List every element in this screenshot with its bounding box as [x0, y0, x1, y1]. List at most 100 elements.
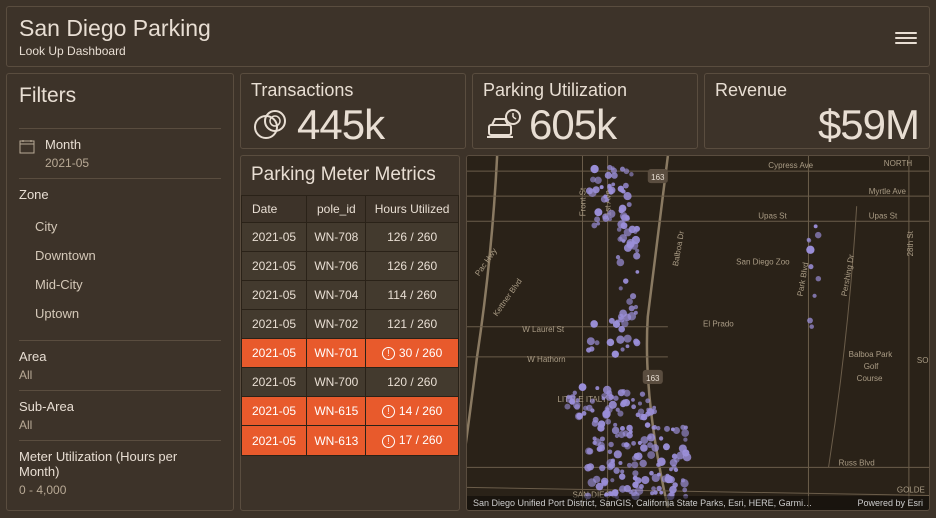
table-row[interactable]: 2021-05WN-708126 / 260	[242, 222, 459, 251]
map-label: GOLDE	[897, 485, 925, 494]
table-row[interactable]: 2021-05WN-702121 / 260	[242, 309, 459, 338]
map-label: LITTLE ITALY	[557, 395, 607, 404]
table-row[interactable]: 2021-05WN-615!14 / 260	[242, 397, 459, 426]
map-label: W Hathorn	[527, 355, 565, 364]
kpi-utilization: Parking Utilization 605k	[472, 73, 698, 149]
cell-hours: 120 / 260	[366, 368, 459, 397]
cell-date: 2021-05	[242, 368, 307, 397]
cell-hours: 121 / 260	[366, 309, 459, 338]
cell-pole: WN-702	[307, 309, 366, 338]
map-canvas[interactable]: 163 163 Cypress Ave Myrtle Ave Upas St U…	[467, 156, 929, 508]
kpi-transactions-label: Transactions	[251, 80, 455, 101]
map-label: El Prado	[703, 320, 734, 329]
cell-hours: 126 / 260	[366, 222, 459, 251]
map-label: Upas St	[758, 211, 787, 220]
cell-pole: WN-701	[307, 338, 366, 367]
attribution-left: San Diego Unified Port District, SanGIS,…	[473, 498, 812, 508]
table-row[interactable]: 2021-05WN-613!17 / 260	[242, 426, 459, 455]
coins-icon	[251, 105, 291, 145]
kpi-revenue-label: Revenue	[715, 80, 919, 101]
cell-pole: WN-706	[307, 251, 366, 280]
cell-date: 2021-05	[242, 397, 307, 426]
zone-item-city[interactable]: City	[35, 212, 221, 241]
warning-icon: !	[382, 347, 395, 360]
car-clock-icon	[483, 105, 523, 145]
calendar-icon	[19, 139, 35, 155]
filter-meter-util[interactable]: Meter Utilization (Hours per Month) 0 - …	[19, 440, 221, 505]
cell-hours: 126 / 260	[366, 251, 459, 280]
cell-pole: WN-700	[307, 368, 366, 397]
filter-area[interactable]: Area All	[19, 340, 221, 390]
zone-label: Zone	[19, 187, 221, 202]
warning-icon: !	[382, 435, 395, 448]
map-label: Russ Blvd	[839, 458, 875, 467]
cell-date: 2021-05	[242, 309, 307, 338]
cell-date: 2021-05	[242, 338, 307, 367]
cell-pole: WN-704	[307, 280, 366, 309]
col-pole[interactable]: pole_id	[307, 195, 366, 222]
zone-list: City Downtown Mid-City Uptown	[19, 206, 221, 332]
content-area: Transactions 445k Parking Utilization 60…	[240, 73, 930, 511]
filters-panel: Filters Month 2021-05 Zone City Downtown…	[6, 73, 234, 511]
cell-date: 2021-05	[242, 251, 307, 280]
map-label: 28th St	[906, 230, 915, 256]
metrics-panel: Parking Meter Metrics Date pole_id Hours…	[240, 155, 460, 511]
zone-item-mid-city[interactable]: Mid-City	[35, 270, 221, 299]
filter-month[interactable]: Month 2021-05	[19, 128, 221, 178]
zone-item-downtown[interactable]: Downtown	[35, 241, 221, 270]
table-row[interactable]: 2021-05WN-704114 / 260	[242, 280, 459, 309]
lower-row: Parking Meter Metrics Date pole_id Hours…	[240, 155, 930, 511]
cell-pole: WN-615	[307, 397, 366, 426]
table-row[interactable]: 2021-05WN-701!30 / 260	[242, 338, 459, 367]
zone-item-uptown[interactable]: Uptown	[35, 299, 221, 328]
map-label: W Laurel St	[522, 325, 565, 334]
area-value: All	[19, 368, 221, 382]
meter-util-label: Meter Utilization (Hours per Month)	[19, 449, 221, 479]
cell-hours: !17 / 260	[366, 426, 459, 455]
kpi-utilization-label: Parking Utilization	[483, 80, 687, 101]
map-label: NORTH	[884, 159, 913, 168]
month-label: Month	[45, 137, 89, 152]
main-layout: Filters Month 2021-05 Zone City Downtown…	[6, 73, 930, 511]
kpi-row: Transactions 445k Parking Utilization 60…	[240, 73, 930, 149]
subarea-label: Sub-Area	[19, 399, 221, 414]
cell-pole: WN-708	[307, 222, 366, 251]
cell-hours: 114 / 260	[366, 280, 459, 309]
filter-subarea[interactable]: Sub-Area All	[19, 390, 221, 440]
subarea-value: All	[19, 418, 221, 432]
kpi-transactions: Transactions 445k	[240, 73, 466, 149]
col-date[interactable]: Date	[242, 195, 307, 222]
kpi-utilization-value: 605k	[529, 101, 616, 149]
col-hours[interactable]: Hours Utilized	[366, 195, 459, 222]
area-label: Area	[19, 349, 221, 364]
kpi-revenue: Revenue $59M	[704, 73, 930, 149]
cell-hours: !14 / 260	[366, 397, 459, 426]
cell-date: 2021-05	[242, 426, 307, 455]
page-title: San Diego Parking	[19, 15, 211, 42]
map-label: Myrtle Ave	[869, 187, 907, 196]
filter-zone: Zone City Downtown Mid-City Uptown	[19, 178, 221, 340]
map-label: Balboa Park	[849, 350, 894, 359]
map-label: SO	[917, 356, 929, 365]
metrics-title: Parking Meter Metrics	[241, 156, 459, 195]
map-label: Golf	[864, 362, 879, 371]
table-row[interactable]: 2021-05WN-706126 / 260	[242, 251, 459, 280]
map-attribution: San Diego Unified Port District, SanGIS,…	[467, 496, 929, 510]
cell-pole: WN-613	[307, 426, 366, 455]
metrics-table: Date pole_id Hours Utilized 2021-05WN-70…	[241, 195, 459, 456]
hamburger-icon[interactable]	[895, 29, 917, 45]
kpi-revenue-value: $59M	[818, 101, 919, 149]
table-row[interactable]: 2021-05WN-700120 / 260	[242, 368, 459, 397]
month-value: 2021-05	[45, 156, 89, 170]
kpi-transactions-value: 445k	[297, 101, 384, 149]
warning-icon: !	[382, 405, 395, 418]
title-block: San Diego Parking Look Up Dashboard	[19, 15, 211, 58]
map-panel[interactable]: 163 163 Cypress Ave Myrtle Ave Upas St U…	[466, 155, 930, 511]
cell-date: 2021-05	[242, 222, 307, 251]
svg-text:163: 163	[651, 173, 665, 182]
cell-date: 2021-05	[242, 280, 307, 309]
map-label: Cypress Ave	[768, 161, 813, 170]
attribution-right: Powered by Esri	[857, 498, 923, 508]
svg-text:163: 163	[646, 374, 660, 383]
meter-util-value: 0 - 4,000	[19, 483, 221, 497]
